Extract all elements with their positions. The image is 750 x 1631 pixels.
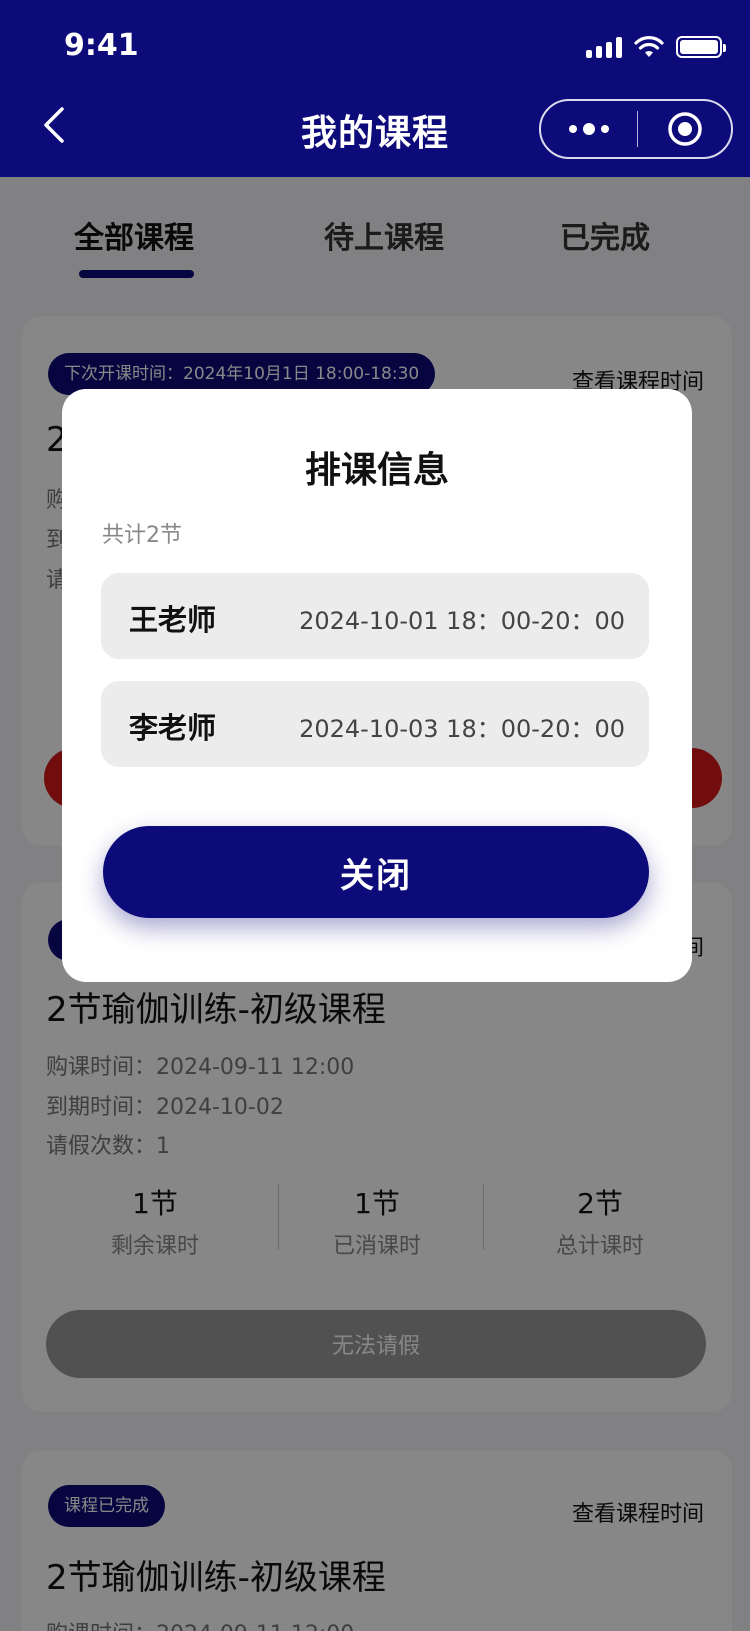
status-time: 9:41 — [64, 28, 139, 63]
modal-title: 排课信息 — [304, 450, 449, 491]
schedule-modal: 排课信息 共计2节 王老师 2024-10-01 18：00-20：00 李老师… — [62, 389, 692, 982]
battery-icon — [676, 36, 726, 58]
schedule-item: 李老师 2024-10-03 18：00-20：00 — [101, 681, 649, 767]
lesson-count: 共计2节 — [102, 523, 182, 548]
close-button[interactable]: 关闭 — [103, 826, 649, 918]
schedule-datetime: 2024-10-03 18：00-20：00 — [299, 715, 625, 743]
mini-program-capsule — [539, 99, 733, 159]
wifi-icon — [634, 36, 664, 57]
signal-icon — [586, 36, 622, 58]
nav-header: 9:41 我的课程 — [0, 0, 750, 177]
close-miniprogram-icon[interactable] — [638, 110, 731, 148]
teacher-name: 李老师 — [129, 711, 217, 745]
more-icon[interactable] — [541, 123, 637, 135]
schedule-item: 王老师 2024-10-01 18：00-20：00 — [101, 573, 649, 659]
teacher-name: 王老师 — [129, 603, 217, 637]
schedule-datetime: 2024-10-01 18：00-20：00 — [299, 607, 625, 635]
status-icons — [586, 36, 726, 58]
